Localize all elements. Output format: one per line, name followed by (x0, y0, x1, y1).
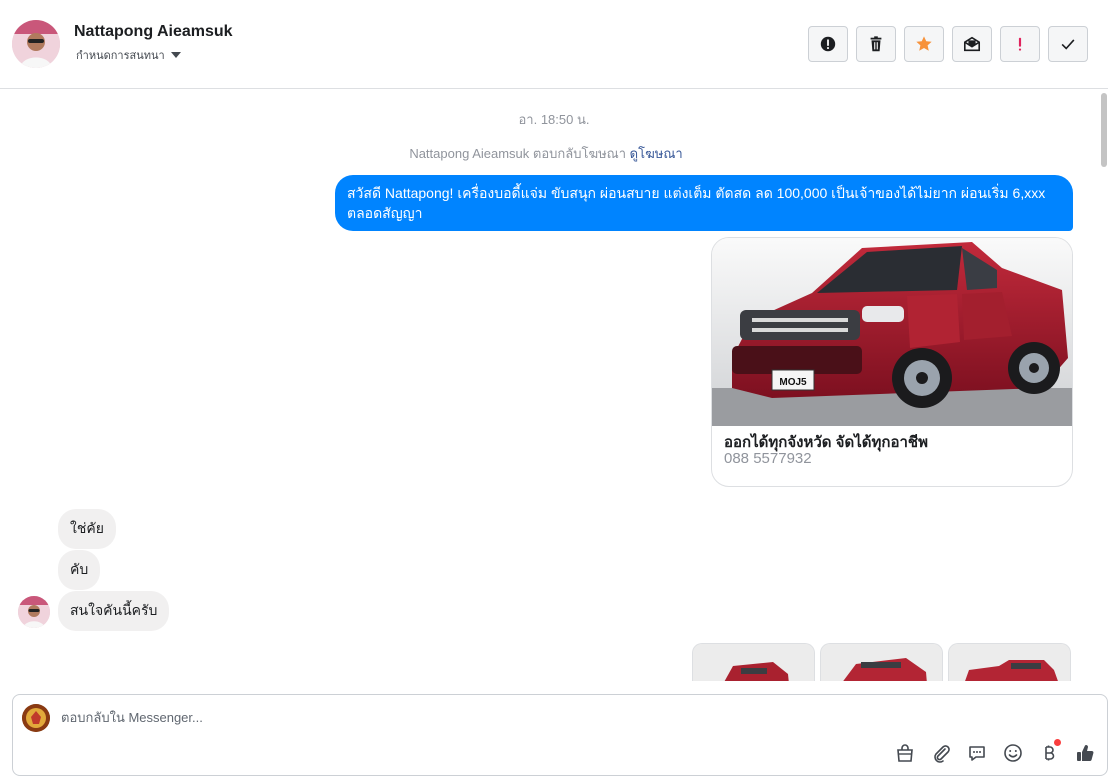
conversation-header: Nattapong Aieamsuk กำหนดการสนทนา (0, 0, 1108, 89)
scrollbar-thumb[interactable] (1101, 93, 1107, 167)
star-icon (916, 36, 932, 51)
report-spam-button[interactable] (808, 26, 848, 62)
shop-bag-icon (897, 744, 913, 762)
delete-button[interactable] (856, 26, 896, 62)
message-composer (12, 694, 1108, 776)
send-like-button[interactable] (1073, 741, 1097, 765)
contact-name: Nattapong Aieamsuk (74, 23, 233, 40)
trash-icon (870, 36, 882, 52)
outgoing-message-bubble: สวัสดี Nattapong! เครื่องบอดี้แจ่ม ขับสน… (335, 175, 1073, 231)
messenger-conversation: Nattapong Aieamsuk กำหนดการสนทนา อา. 18:… (0, 0, 1108, 778)
mark-done-button[interactable] (1048, 26, 1088, 62)
ad-reply-text: Nattapong Aieamsuk ตอบกลับโฆษณา (409, 146, 627, 161)
message-timestamp: อา. 18:50 น. (518, 112, 590, 127)
mark-important-button[interactable] (1000, 26, 1040, 62)
payment-button[interactable] (1037, 739, 1061, 765)
baht-payment-icon (1045, 745, 1055, 761)
notification-dot (1054, 739, 1061, 746)
image-thumbnails (692, 643, 1071, 681)
saved-replies-button[interactable] (965, 741, 989, 765)
emoji-icon (1004, 744, 1022, 762)
car-thumbnail[interactable] (948, 643, 1071, 681)
star-button[interactable] (904, 26, 944, 62)
thumbs-up-icon (1077, 745, 1094, 762)
mark-unread-button[interactable] (952, 26, 992, 62)
assign-label: กำหนดการสนทนา (76, 50, 165, 62)
saved-reply-icon (969, 746, 985, 761)
incoming-message-bubble: คับ (58, 550, 101, 590)
alert-circle-icon (820, 36, 836, 52)
mark-unread-icon (963, 36, 981, 52)
shop-button[interactable] (893, 741, 917, 765)
ad-card[interactable]: MOJ5 ออกได้ทุกจังหวัด จัดได้ทุกอาชีพ 088… (711, 237, 1073, 487)
license-plate-text: MOJ5 (779, 377, 807, 388)
emoji-button[interactable] (1001, 741, 1025, 765)
ad-car-image: MOJ5 (712, 238, 1072, 426)
assign-conversation-dropdown[interactable]: กำหนดการสนทนา (76, 46, 181, 64)
important-icon (1018, 37, 1022, 51)
attach-file-button[interactable] (929, 741, 953, 765)
ad-reply-note: Nattapong Aieamsuk ตอบกลับโฆษณา ดูโฆษณา (0, 143, 1092, 164)
incoming-message-bubble: ใช่คัย (58, 509, 116, 549)
reply-input[interactable] (61, 707, 961, 727)
contact-avatar-small[interactable] (18, 596, 50, 628)
caret-down-icon (170, 52, 181, 58)
page-avatar (22, 704, 50, 732)
ad-card-phone: 088 5577932 (724, 450, 812, 467)
composer-actions (893, 739, 1097, 765)
car-thumbnail[interactable] (692, 643, 815, 681)
check-icon (1061, 39, 1075, 50)
thread-scrollbar[interactable] (1100, 89, 1108, 681)
message-thread[interactable]: อา. 18:50 น. Nattapong Aieamsuk ตอบกลับโ… (0, 89, 1108, 681)
incoming-message-bubble: สนใจคันนี้ครับ (58, 591, 170, 631)
conversation-toolbar (808, 26, 1088, 62)
view-ad-link[interactable]: ดูโฆษณา (630, 146, 683, 161)
paperclip-icon (934, 745, 950, 763)
contact-avatar[interactable] (12, 20, 60, 68)
car-thumbnail[interactable] (820, 643, 943, 681)
